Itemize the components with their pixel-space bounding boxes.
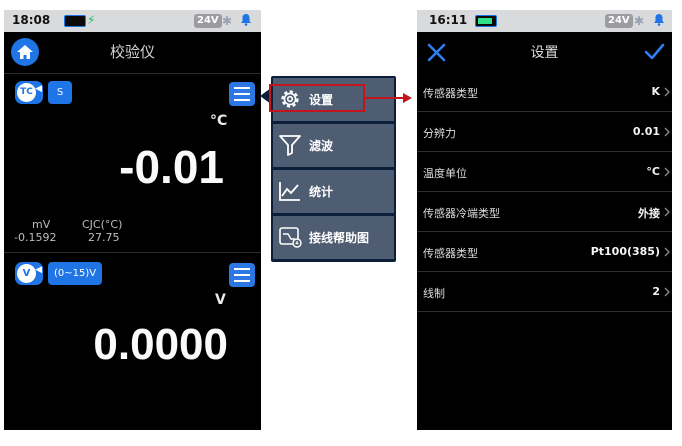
thermocouple-badge[interactable]: TC ◀: [15, 81, 43, 104]
cjc-label: CJC(°C): [82, 218, 123, 231]
settings-row-sensor-type-2[interactable]: 传感器类型 Pt100(385): [417, 232, 672, 272]
channel-divider: [4, 252, 261, 253]
status-time: 18:08: [12, 13, 51, 27]
status-bar: 16:11 24V ✱: [417, 10, 672, 32]
row-label: 传感器类型: [423, 247, 478, 260]
bluetooth-icon: ✱: [222, 14, 233, 28]
row-value: 外接: [638, 207, 660, 220]
voltage-badge: 24V: [605, 14, 633, 28]
settings-row-cold-junction-type[interactable]: 传感器冷端类型 外接: [417, 192, 672, 232]
channel1-unit: °C: [210, 113, 228, 129]
chevron-right-icon: [664, 167, 670, 177]
settings-row-resolution[interactable]: 分辨力 0.01: [417, 112, 672, 152]
charging-icon: ⚡: [87, 13, 96, 27]
menu-item-filter[interactable]: 滤波: [273, 124, 394, 167]
row-label: 线制: [423, 287, 445, 300]
row-value: K: [651, 85, 660, 98]
chevron-right-icon: [664, 287, 670, 297]
voltage-badge: 24V: [194, 14, 222, 28]
battery-icon: [64, 15, 86, 27]
settings-row-wire-system[interactable]: 线制 2: [417, 272, 672, 312]
sensor-type-label: V: [17, 264, 36, 283]
page-title: 设置: [530, 45, 559, 61]
range-chip[interactable]: (0~15)V: [48, 262, 103, 285]
row-value: Pt100(385): [590, 245, 660, 258]
voltage-sensor-badge[interactable]: V ◀: [15, 262, 43, 285]
row-label: 传感器类型: [423, 87, 478, 100]
settings-screen: 16:11 24V ✱ 设置 传感器类型 K 分辨力 0.01 温度单位 °C …: [417, 10, 672, 430]
calibrator-main-screen: 18:08 ⚡ 24V ✱ 校验仪 TC ◀ S °C -0.01 mV CJC…: [4, 10, 261, 430]
channel1-reading: -0.01: [119, 141, 224, 193]
bell-icon: [653, 13, 665, 30]
row-label: 分辨力: [423, 127, 456, 140]
row-label: 温度单位: [423, 167, 467, 180]
sensor-type-chip[interactable]: S: [48, 81, 72, 104]
header: 设置: [417, 32, 672, 72]
arrow-left-icon: ◀: [35, 84, 42, 94]
battery-icon: [475, 15, 497, 27]
callout-arrow-line: [365, 97, 405, 99]
settings-row-sensor-type[interactable]: 传感器类型 K: [417, 72, 672, 112]
channel2-reading: 0.0000: [93, 320, 228, 369]
menu-item-label: 统计: [309, 185, 334, 199]
menu-item-label: 滤波: [309, 139, 334, 153]
menu-item-wiring-help[interactable]: 接线帮助图: [273, 216, 394, 259]
settings-row-temperature-unit[interactable]: 温度单位 °C: [417, 152, 672, 192]
sensor-type-label: TC: [17, 83, 36, 102]
wiring-diagram-icon: [279, 227, 302, 248]
header: 校验仪: [4, 32, 261, 74]
menu-item-statistics[interactable]: 统计: [273, 170, 394, 213]
row-value: 2: [652, 285, 660, 298]
filter-icon: [279, 135, 301, 156]
mv-label: mV: [32, 218, 51, 231]
line-chart-icon: [279, 182, 300, 201]
chevron-right-icon: [664, 247, 670, 257]
confirm-check-icon[interactable]: [644, 43, 665, 61]
callout-arrow-head: [403, 93, 412, 103]
settings-highlight-box: [269, 84, 365, 112]
channel1-menu-button[interactable]: [229, 82, 255, 106]
arrow-left-icon: ◀: [35, 265, 42, 275]
mv-value: -0.1592: [14, 231, 57, 244]
row-value: 0.01: [632, 125, 660, 138]
chevron-right-icon: [664, 207, 670, 217]
row-label: 传感器冷端类型: [423, 207, 500, 220]
cjc-value: 27.75: [88, 231, 120, 244]
row-value: °C: [646, 165, 660, 178]
bluetooth-icon: ✱: [634, 14, 645, 28]
chevron-right-icon: [664, 87, 670, 97]
menu-item-label: 接线帮助图: [309, 231, 370, 245]
bell-icon: [240, 13, 252, 30]
status-bar: 18:08 ⚡ 24V ✱: [4, 10, 261, 32]
channel2-menu-button[interactable]: [229, 263, 255, 287]
status-time: 16:11: [429, 13, 468, 27]
chevron-right-icon: [664, 127, 670, 137]
page-title: 校验仪: [109, 43, 155, 61]
channel2-unit: V: [215, 292, 226, 308]
